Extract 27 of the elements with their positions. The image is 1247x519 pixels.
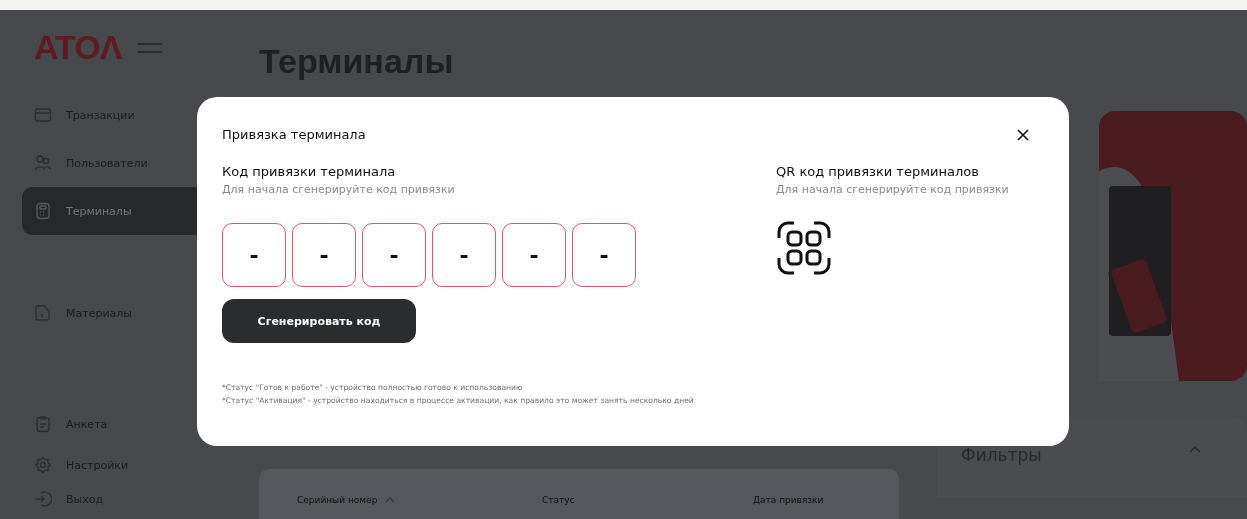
column-header[interactable]: Серийный номер xyxy=(297,495,542,505)
card-icon xyxy=(34,106,52,124)
column-header[interactable]: Статус xyxy=(542,495,753,505)
terminal-icon xyxy=(34,202,52,220)
section-title: Код привязки терминала xyxy=(222,164,397,179)
hint-text: Для начала сгенерируйте код привязки xyxy=(222,183,456,196)
menu-icon[interactable] xyxy=(137,41,164,54)
code-digit-field[interactable]: - xyxy=(362,223,426,287)
section-title: QR код привязки терминалов xyxy=(776,164,980,179)
hint-text: Для начала сгенерируйте код привязки xyxy=(776,183,1010,196)
column-header[interactable]: Дата привязки xyxy=(753,495,824,505)
users-icon xyxy=(34,154,52,172)
document-icon xyxy=(34,304,52,322)
generate-code-button[interactable]: Сгенерировать код xyxy=(222,299,416,343)
code-digit-field[interactable]: - xyxy=(502,223,566,287)
close-icon[interactable] xyxy=(1017,128,1029,141)
sort-icon xyxy=(385,497,396,503)
exit-icon xyxy=(34,490,52,508)
modal-title: Привязка терминала xyxy=(222,127,366,142)
settings-icon xyxy=(34,456,52,474)
qr-scan-icon xyxy=(776,220,832,276)
code-digit-field[interactable]: - xyxy=(292,223,356,287)
code-digit-field[interactable]: - xyxy=(432,223,496,287)
code-digit-field[interactable]: - xyxy=(572,223,636,287)
clipboard-icon xyxy=(34,415,52,433)
code-digit-field[interactable]: - xyxy=(222,223,286,287)
chevron-icon[interactable] xyxy=(1189,445,1201,453)
